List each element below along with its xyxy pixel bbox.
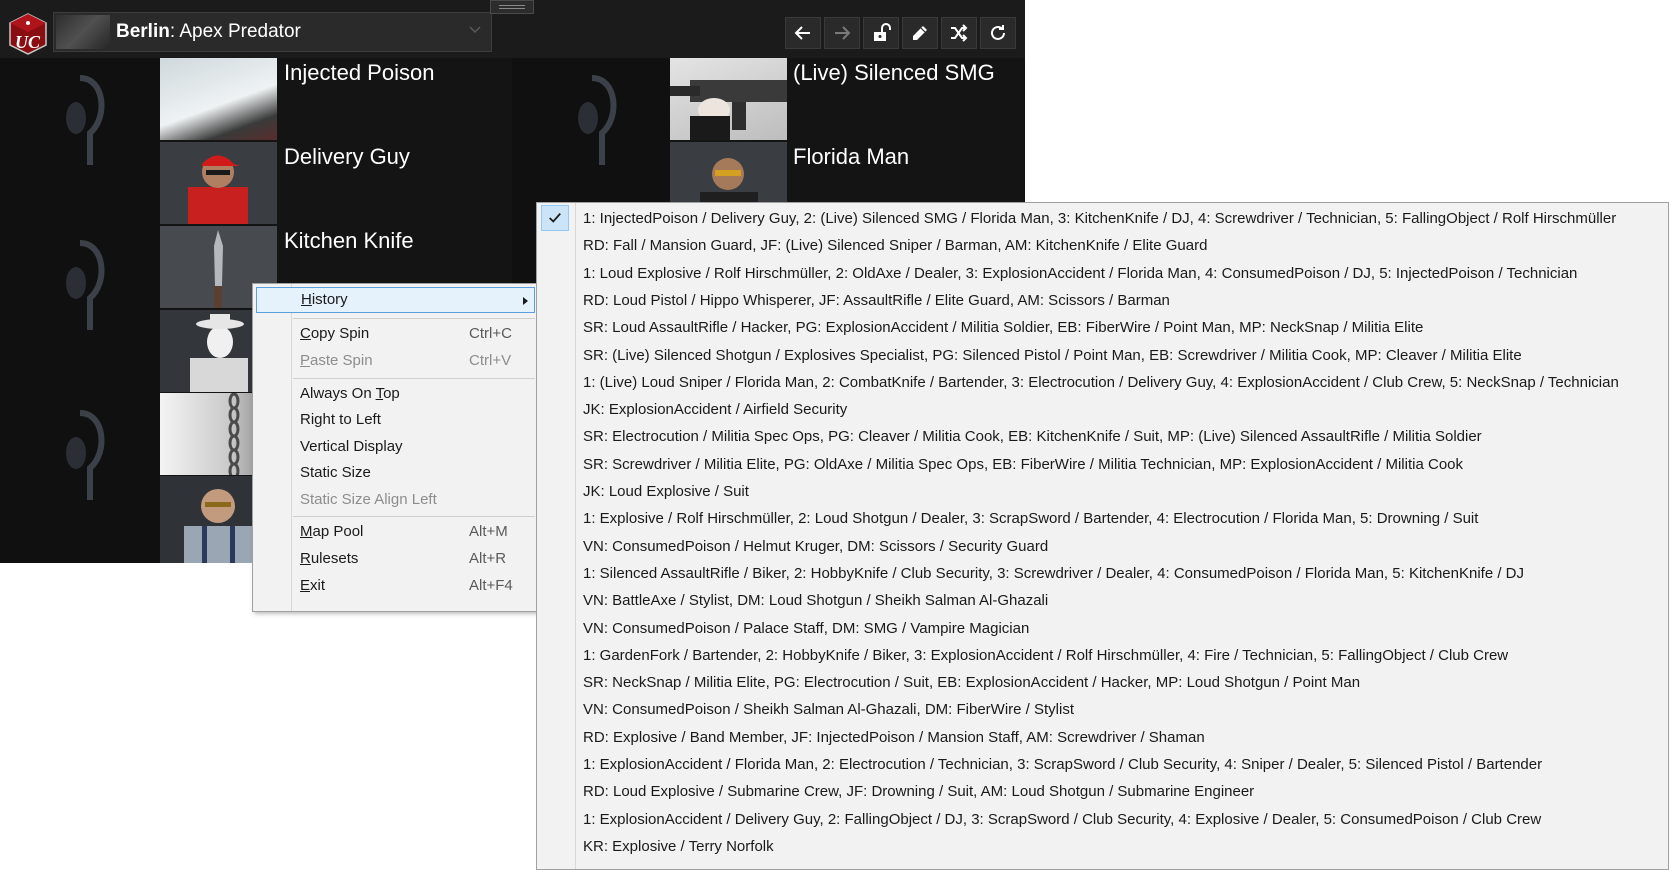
history-entry[interactable]: 1: Loud Explosive / Rolf Hirschmüller, 2… [583, 260, 1577, 287]
refresh-icon [991, 25, 1005, 40]
method-name: Kitchen Knife [284, 228, 414, 253]
menu-item-always-on-top[interactable]: Always On Top [253, 381, 538, 407]
menu-item-label: Map Pool [300, 523, 364, 540]
menu-item-history[interactable]: History [256, 287, 535, 313]
disguise-name: Florida Man [793, 144, 910, 169]
menu-item-copy-spin[interactable]: Copy Spin Ctrl+C [253, 321, 538, 347]
history-entry[interactable]: SR: (Live) Silenced Shotgun / Explosives… [583, 342, 1522, 369]
disguise-name: Delivery Guy [284, 144, 410, 169]
history-entry[interactable]: JK: Loud Explosive / Suit [583, 478, 749, 505]
app-logo-icon[interactable]: UC [6, 12, 50, 56]
menu-gutter [575, 203, 576, 869]
earpiece-icon [66, 240, 105, 330]
next-spin-button[interactable] [824, 17, 860, 49]
earpiece-icon [578, 75, 617, 165]
menu-item-label: History [301, 291, 348, 308]
disguise-image-delivery-guy [160, 142, 277, 224]
history-entry[interactable]: 1: InjectedPoison / Delivery Guy, 2: (Li… [583, 205, 1616, 232]
history-entry[interactable]: VN: ConsumedPoison / Palace Staff, DM: S… [583, 615, 1029, 642]
previous-spin-button[interactable] [785, 17, 821, 49]
menu-item-shortcut: Alt+F4 [469, 577, 513, 594]
earpiece-icon [66, 75, 105, 165]
menu-item-static-size-align-left[interactable]: Static Size Align Left [253, 487, 538, 513]
menu-item-label: Static Size Align Left [300, 491, 437, 508]
submenu-arrow-icon [523, 297, 528, 305]
history-entry[interactable]: VN: ConsumedPoison / Sheikh Salman Al-Gh… [583, 696, 1074, 723]
menu-item-vertical-display[interactable]: Vertical Display [253, 434, 538, 460]
menu-item-label: Static Size [300, 464, 371, 481]
back-arrow-icon [794, 26, 810, 40]
menu-item-shortcut: Ctrl+C [469, 325, 512, 342]
pencil-icon [913, 26, 927, 40]
menu-item-shortcut: Ctrl+V [469, 352, 512, 369]
menu-item-label: Paste Spin [300, 352, 373, 369]
chevron-down-icon [469, 26, 481, 34]
menu-item-right-to-left[interactable]: Right to Left [253, 407, 538, 433]
history-entry[interactable]: RD: Explosive / Band Member, JF: Injecte… [583, 724, 1205, 751]
menu-item-static-size[interactable]: Static Size [253, 460, 538, 486]
mission-thumbnail [56, 15, 110, 49]
edit-button[interactable] [902, 17, 938, 49]
history-entry[interactable]: SR: Screwdriver / Militia Elite, PG: Old… [583, 451, 1463, 478]
history-entry[interactable]: 1: GardenFork / Bartender, 2: HobbyKnife… [583, 642, 1508, 669]
title-bar: UC Berlin: Apex Predator [0, 0, 1025, 58]
shuffle-icon [951, 24, 968, 42]
menu-separator [293, 318, 535, 319]
respin-button[interactable] [980, 17, 1016, 49]
context-menu: History Copy Spin Ctrl+C Paste Spin Ctrl… [252, 283, 539, 612]
menu-item-paste-spin[interactable]: Paste Spin Ctrl+V [253, 348, 538, 374]
method-name: Injected Poison [284, 60, 435, 85]
mission-title: Berlin: Apex Predator [116, 21, 301, 42]
menu-item-label: Vertical Display [300, 438, 403, 455]
menu-item-label: Always On Top [300, 385, 400, 402]
history-entry[interactable]: 1: ExplosionAccident / Delivery Guy, 2: … [583, 806, 1541, 833]
menu-item-label: Rulesets [300, 550, 359, 567]
menu-item-rulesets[interactable]: Rulesets Alt+R [253, 546, 538, 572]
menu-item-shortcut: Alt+R [469, 550, 507, 567]
history-entry[interactable]: SR: NeckSnap / Militia Elite, PG: Electr… [583, 669, 1360, 696]
history-entry[interactable]: 1: (Live) Loud Sniper / Florida Man, 2: … [583, 369, 1619, 396]
method-name: (Live) Silenced SMG [793, 60, 995, 85]
menu-item-map-pool[interactable]: Map Pool Alt+M [253, 519, 538, 545]
menu-separator [293, 378, 535, 379]
method-image-silenced-smg [670, 58, 787, 140]
drag-handle[interactable] [490, 0, 534, 14]
history-entry[interactable]: KR: Explosive / Terry Norfolk [583, 833, 774, 860]
menu-item-label: Right to Left [300, 411, 381, 428]
history-entry[interactable]: SR: Electrocution / Militia Spec Ops, PG… [583, 423, 1482, 450]
history-entry[interactable]: 1: Explosive / Rolf Hirschmüller, 2: Lou… [583, 505, 1478, 532]
menu-item-shortcut: Alt+M [469, 523, 508, 540]
history-entry[interactable]: JK: ExplosionAccident / Airfield Securit… [583, 396, 847, 423]
menu-item-label: Exit [300, 577, 326, 594]
earpiece-icon [66, 410, 105, 500]
target-column-left [0, 58, 160, 563]
history-submenu: 1: InjectedPoison / Delivery Guy, 2: (Li… [536, 202, 1669, 870]
history-entry[interactable]: 1: ExplosionAccident / Florida Man, 2: E… [583, 751, 1542, 778]
history-entry[interactable]: SR: Loud AssaultRifle / Hacker, PG: Expl… [583, 314, 1423, 341]
forward-arrow-icon [835, 26, 851, 40]
history-entry[interactable]: 1: Silenced AssaultRifle / Biker, 2: Hob… [583, 560, 1524, 587]
method-image-injected-poison [160, 58, 277, 140]
svg-text:UC: UC [15, 32, 41, 52]
history-entry[interactable]: RD: Fall / Mansion Guard, JF: (Live) Sil… [583, 232, 1207, 259]
history-entry[interactable]: VN: BattleAxe / Stylist, DM: Loud Shotgu… [583, 587, 1048, 614]
menu-item-label: Copy Spin [300, 325, 370, 342]
menu-item-exit[interactable]: Exit Alt+F4 [253, 573, 538, 599]
history-entry[interactable]: RD: Loud Explosive / Submarine Crew, JF:… [583, 778, 1254, 805]
history-entry[interactable]: RD: Loud Pistol / Hippo Whisperer, JF: A… [583, 287, 1170, 314]
shuffle-button[interactable] [941, 17, 977, 49]
history-entry[interactable]: VN: ConsumedPoison / Helmut Kruger, DM: … [583, 533, 1048, 560]
lock-toggle-button[interactable] [863, 17, 899, 49]
mission-select[interactable]: Berlin: Apex Predator [53, 12, 492, 52]
menu-separator [293, 516, 535, 517]
checkmark-icon [541, 205, 569, 231]
unlock-icon [874, 23, 891, 41]
